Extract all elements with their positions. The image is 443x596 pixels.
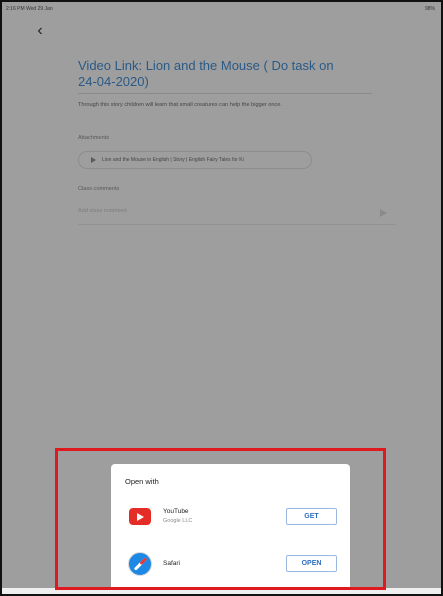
back-button[interactable]: ‹ [32, 22, 48, 40]
post-title: Video Link: Lion and the Mouse ( Do task… [78, 58, 334, 89]
screen-frame: 2:16 PM Wed 29 Jan 98% ‹ Video Link: Lio… [0, 0, 443, 596]
title-divider [78, 93, 372, 94]
status-date: Wed 29 Jan [26, 6, 53, 12]
open-with-sheet: Open with YouTube Google LLC GET Safari … [111, 464, 350, 592]
attachment-chip[interactable]: Lion and the Mouse in English | Story | … [78, 151, 312, 169]
status-time-date: 2:16 PM Wed 29 Jan [6, 6, 53, 12]
home-indicator-strip [2, 588, 441, 594]
safari-icon [128, 552, 152, 576]
status-bar: 2:16 PM Wed 29 Jan 98% [6, 4, 435, 14]
app-row-youtube[interactable]: YouTube Google LLC GET [111, 500, 350, 536]
comment-divider [78, 224, 396, 225]
attachments-heading: Attachments [78, 135, 110, 141]
send-icon[interactable] [380, 209, 387, 217]
get-button[interactable]: GET [286, 508, 337, 525]
attachment-label: Lion and the Mouse in English | Story | … [102, 157, 244, 163]
youtube-icon [129, 508, 151, 525]
class-comment-input[interactable]: Add class comment [78, 208, 127, 214]
post-description: Through this story children will learn t… [78, 102, 282, 108]
sheet-title: Open with [125, 477, 159, 486]
class-comments-heading: Class comments [78, 186, 120, 192]
app-name: Safari [163, 560, 180, 567]
app-developer: Google LLC [163, 518, 193, 524]
status-time: 2:16 PM [6, 6, 25, 12]
status-battery: 98% [424, 6, 435, 12]
open-button[interactable]: OPEN [286, 555, 337, 572]
app-name: YouTube [163, 508, 189, 515]
app-row-safari[interactable]: Safari OPEN [111, 548, 350, 584]
chevron-left-icon: ‹ [37, 22, 43, 39]
play-icon [91, 157, 96, 163]
